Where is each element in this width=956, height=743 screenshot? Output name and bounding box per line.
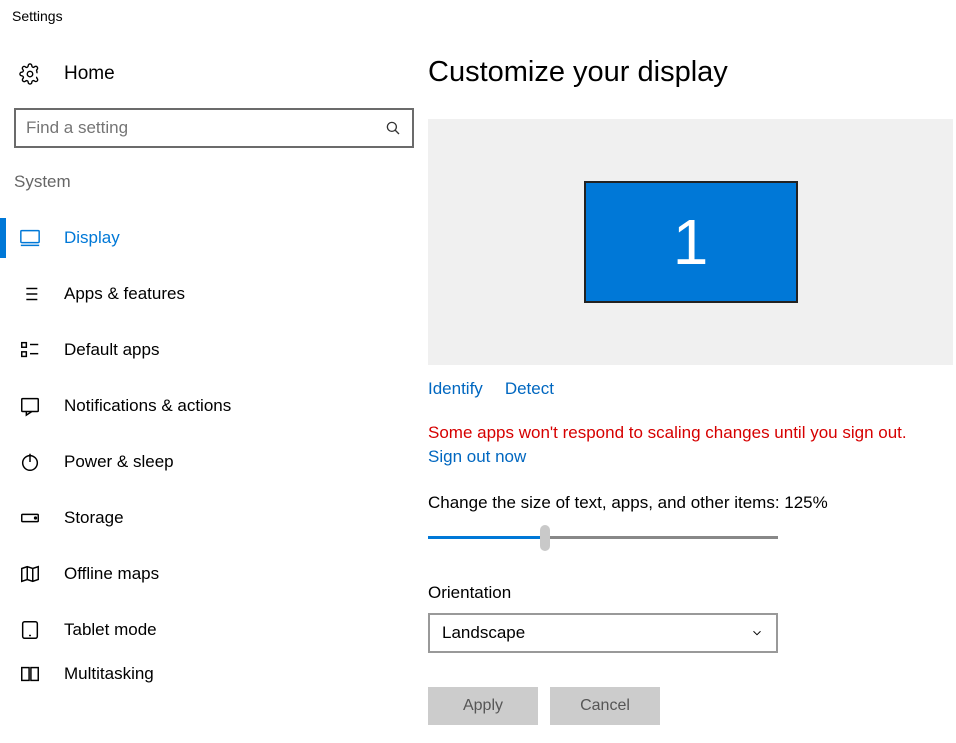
- sidebar-item-display[interactable]: Display: [0, 210, 428, 266]
- identify-link[interactable]: Identify: [428, 379, 483, 399]
- main-panel: Customize your display 1 Identify Detect…: [428, 32, 956, 741]
- notification-icon: [18, 394, 42, 418]
- sidebar-item-label: Display: [64, 228, 120, 248]
- multitasking-icon: [18, 662, 42, 686]
- display-arrangement-preview[interactable]: 1: [428, 119, 953, 365]
- page-title: Customize your display: [428, 56, 956, 89]
- scale-slider[interactable]: [428, 525, 778, 549]
- monitor-number: 1: [673, 205, 709, 279]
- monitor-1[interactable]: 1: [584, 181, 798, 303]
- orientation-label: Orientation: [428, 583, 956, 603]
- nav-list: Display Apps & features: [0, 210, 428, 690]
- sidebar-item-offline-maps[interactable]: Offline maps: [0, 546, 428, 602]
- scale-label: Change the size of text, apps, and other…: [428, 493, 956, 513]
- search-icon: [384, 119, 402, 137]
- gear-icon: [18, 62, 42, 86]
- sidebar-item-label: Offline maps: [64, 564, 159, 584]
- detect-link[interactable]: Detect: [505, 379, 554, 399]
- sidebar: Home System Display: [0, 32, 428, 741]
- sidebar-item-home[interactable]: Home: [0, 62, 428, 108]
- search-input-wrap[interactable]: [14, 108, 414, 148]
- orientation-value: Landscape: [442, 623, 525, 643]
- monitor-icon: [18, 226, 42, 250]
- sidebar-item-label: Multitasking: [64, 664, 154, 684]
- sidebar-item-multitasking[interactable]: Multitasking: [0, 658, 428, 690]
- sidebar-item-tablet-mode[interactable]: Tablet mode: [0, 602, 428, 658]
- map-icon: [18, 562, 42, 586]
- window-title: Settings: [0, 0, 956, 32]
- sidebar-item-label: Storage: [64, 508, 124, 528]
- defaults-icon: [18, 338, 42, 362]
- cancel-button[interactable]: Cancel: [550, 687, 660, 725]
- sidebar-item-default-apps[interactable]: Default apps: [0, 322, 428, 378]
- sidebar-item-label: Power & sleep: [64, 452, 174, 472]
- section-header-system: System: [0, 172, 428, 210]
- sidebar-item-label: Default apps: [64, 340, 159, 360]
- sidebar-item-storage[interactable]: Storage: [0, 490, 428, 546]
- sidebar-item-apps-features[interactable]: Apps & features: [0, 266, 428, 322]
- power-icon: [18, 450, 42, 474]
- sidebar-item-notifications[interactable]: Notifications & actions: [0, 378, 428, 434]
- scaling-warning: Some apps won't respond to scaling chang…: [428, 423, 956, 443]
- list-icon: [18, 282, 42, 306]
- chevron-down-icon: [750, 626, 764, 640]
- search-input[interactable]: [26, 118, 384, 138]
- signout-link[interactable]: Sign out now: [428, 447, 526, 467]
- sidebar-item-label: Apps & features: [64, 284, 185, 304]
- sidebar-item-label: Tablet mode: [64, 620, 157, 640]
- sidebar-item-label: Notifications & actions: [64, 396, 231, 416]
- tablet-icon: [18, 618, 42, 642]
- storage-icon: [18, 506, 42, 530]
- home-label: Home: [64, 63, 115, 85]
- sidebar-item-power-sleep[interactable]: Power & sleep: [0, 434, 428, 490]
- apply-button[interactable]: Apply: [428, 687, 538, 725]
- orientation-select[interactable]: Landscape: [428, 613, 778, 653]
